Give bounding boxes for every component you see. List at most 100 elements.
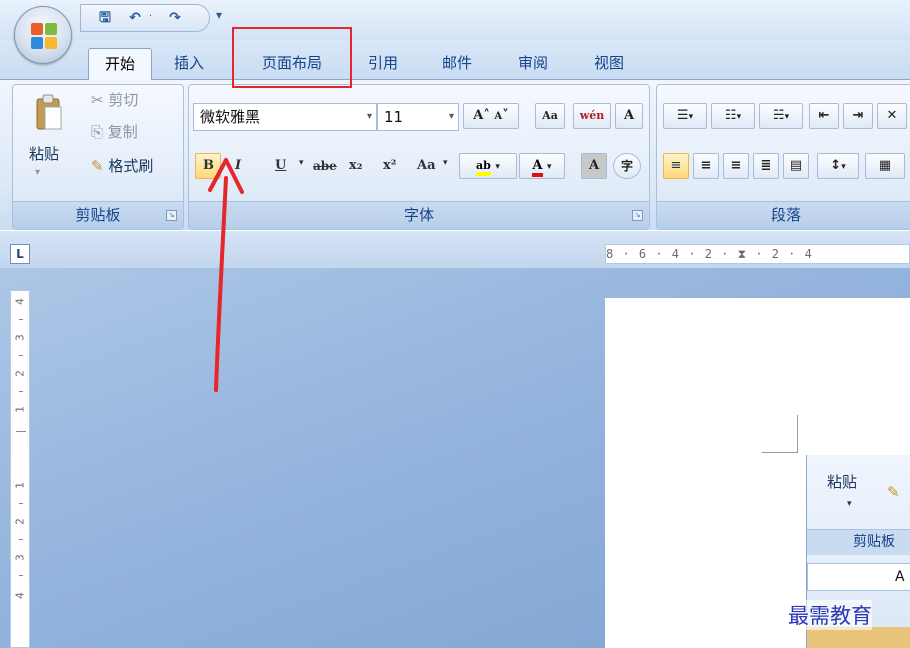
increase-indent-icon[interactable]: ⇥ [843, 103, 873, 129]
distributed-icon[interactable]: ▤ [783, 153, 809, 179]
chevron-down-icon[interactable]: ▾ [495, 162, 500, 172]
underline-button[interactable]: U [275, 158, 286, 173]
tab-home[interactable]: 开始 [88, 48, 152, 82]
vruler-tick [16, 431, 26, 432]
quick-access-toolbar: 🖫 ↶ · ↷ [80, 4, 210, 32]
cut-label: 剪切 [108, 91, 139, 109]
align-left-icon[interactable]: ≡ [663, 153, 689, 179]
highlight-icon: ab [476, 159, 491, 176]
vruler-number: 2 [13, 518, 27, 525]
format-painter-icon: ✎ [91, 157, 109, 175]
character-shading-icon[interactable]: A [581, 153, 607, 179]
clear-format-icon[interactable]: Aa [535, 103, 565, 129]
paragraph-group-label: 段落 [657, 201, 910, 229]
highlight-color-button[interactable]: ab ▾ [459, 153, 517, 179]
undo-icon[interactable]: ↶ [125, 8, 145, 28]
vruler-number: 1 [13, 482, 27, 489]
redo-icon[interactable]: ↷ [165, 8, 185, 28]
tab-review[interactable]: 审阅 [508, 48, 558, 80]
tab-references[interactable]: 引用 [358, 48, 408, 80]
copy-label: 复制 [107, 123, 138, 141]
chevron-down-icon[interactable]: ▾ [367, 104, 372, 130]
chevron-down-icon[interactable]: ▾ [689, 112, 694, 122]
line-spacing-icon: ↕ [830, 158, 842, 173]
chevron-down-icon[interactable]: ▾ [449, 104, 454, 130]
vruler-number: 3 [13, 334, 27, 341]
vruler-number: 4 [13, 298, 27, 305]
embedded-format-painter-icon: ✎ [887, 483, 900, 501]
grow-font-icon[interactable]: A [473, 108, 483, 123]
bold-button[interactable]: B [203, 158, 214, 173]
italic-button[interactable]: I [235, 158, 241, 173]
justify-icon[interactable]: ≣ [753, 153, 779, 179]
vruler-number: 2 [13, 370, 27, 377]
numbering-icon: ☷ [724, 108, 737, 123]
cut-button[interactable]: ✂ 剪切 [91, 89, 138, 110]
office-button[interactable] [14, 6, 72, 64]
cut-icon: ✂ [91, 91, 109, 109]
paste-button[interactable]: 粘贴 [29, 143, 59, 164]
line-spacing-button[interactable]: ↕▾ [817, 153, 859, 179]
watermark-text: 最需教育 [788, 600, 872, 630]
chevron-down-icon[interactable]: ▾ [737, 112, 742, 122]
character-border-icon[interactable]: A [615, 103, 643, 129]
copy-icon: ⎘ [91, 123, 108, 141]
superscript-button[interactable]: x² [383, 158, 396, 173]
undo-dropdown[interactable]: · [149, 11, 152, 22]
align-center-icon[interactable]: ≡ [693, 153, 719, 179]
vruler-number: 1 [13, 406, 27, 413]
numbering-button[interactable]: ☷▾ [711, 103, 755, 129]
change-case-dropdown-icon[interactable]: ▾ [443, 158, 448, 168]
horizontal-ruler[interactable]: 8 · 6 · 4 · 2 · ⧗ · 2 · 4 [605, 244, 910, 264]
font-group-label: 字体 [189, 201, 649, 229]
annotation-highlight-box [232, 27, 352, 88]
margin-crop-mark [797, 415, 798, 453]
embedded-clipboard-label: 剪贴板 [853, 534, 895, 550]
font-color-icon: A [532, 158, 543, 177]
embedded-letter: A [895, 569, 905, 585]
vruler-tick [19, 355, 23, 356]
format-painter-button[interactable]: ✎ 格式刷 [91, 155, 153, 176]
enclose-characters-icon[interactable]: 字 [613, 153, 641, 179]
strikethrough-button[interactable]: abe [313, 159, 337, 173]
align-right-icon[interactable]: ≡ [723, 153, 749, 179]
shading-icon[interactable]: ▦ [865, 153, 905, 179]
tab-selector-button[interactable]: L [10, 244, 30, 264]
clipboard-group: 粘贴 ▾ ✂ 剪切 ⎘ 复制 ✎ 格式刷 剪贴板 ↘ [12, 84, 184, 230]
font-name-value: 微软雅黑 [200, 108, 261, 126]
phonetic-guide-icon[interactable]: wén [573, 103, 611, 129]
tab-insert[interactable]: 插入 [164, 48, 214, 80]
office-logo-icon [31, 23, 57, 49]
margin-crop-mark [762, 452, 798, 453]
decrease-indent-icon[interactable]: ⇤ [809, 103, 839, 129]
clipboard-launcher-icon[interactable]: ↘ [166, 210, 177, 221]
change-case-button[interactable]: Aa [417, 158, 436, 173]
paste-icon [36, 94, 62, 130]
chevron-down-icon[interactable]: ▾ [547, 162, 552, 172]
chinese-layout-icon[interactable]: ✕ [877, 103, 907, 129]
shrink-font-icon[interactable]: A [494, 111, 502, 122]
font-color-button[interactable]: A ▾ [519, 153, 565, 179]
font-size-value: 11 [384, 108, 404, 126]
vruler-tick [19, 539, 23, 540]
tab-view[interactable]: 视图 [584, 48, 634, 80]
font-launcher-icon[interactable]: ↘ [632, 210, 643, 221]
save-icon[interactable]: 🖫 [95, 8, 115, 28]
underline-dropdown-icon[interactable]: ▾ [299, 158, 304, 168]
embedded-dropdown-icon: ▾ [847, 499, 852, 509]
customize-qat-icon[interactable]: ▾ [216, 8, 222, 22]
subscript-button[interactable]: x₂ [349, 158, 362, 173]
copy-button[interactable]: ⎘ 复制 [91, 121, 138, 142]
font-name-combo[interactable]: 微软雅黑 ▾ [193, 103, 377, 131]
font-size-combo[interactable]: 11 ▾ [377, 103, 459, 131]
multilevel-list-button[interactable]: ☵▾ [759, 103, 803, 129]
chevron-down-icon[interactable]: ▾ [785, 112, 790, 122]
tab-mailings[interactable]: 邮件 [432, 48, 482, 80]
vruler-tick [19, 391, 23, 392]
bullets-button[interactable]: ☰▾ [663, 103, 707, 129]
vertical-ruler[interactable]: 4 3 2 1 1 2 3 4 [10, 290, 30, 648]
chevron-down-icon[interactable]: ▾ [841, 162, 846, 172]
grow-shrink-font-buttons[interactable]: A˄ A˅ [463, 103, 519, 129]
embedded-paste-label: 粘贴 [827, 473, 858, 491]
paste-dropdown-icon[interactable]: ▾ [35, 167, 40, 178]
